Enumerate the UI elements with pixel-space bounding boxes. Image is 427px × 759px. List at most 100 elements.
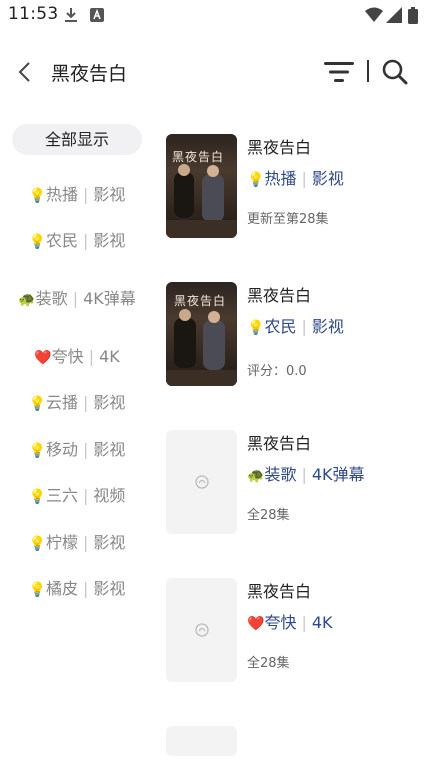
bulb-icon: 💡 <box>28 582 46 599</box>
turtle-icon: 🐢 <box>18 291 36 308</box>
bulb-icon: 💡 <box>28 535 46 552</box>
wifi-icon <box>365 7 383 27</box>
pipe-separator: | <box>83 579 89 599</box>
result-source-tag: 💡热播 | 影视 <box>247 165 417 188</box>
sidebar-item-source[interactable]: 💡移动 | 影视 <box>12 426 142 473</box>
result-source-tag: ❤️夸快 | 4K <box>247 609 417 632</box>
pipe-separator: | <box>72 288 79 308</box>
pipe-separator: | <box>301 169 307 188</box>
result-card[interactable]: 黑夜告白 ❤️夸快 | 4K 全28集 <box>166 578 416 726</box>
poster-placeholder <box>166 578 237 682</box>
filter-icon <box>324 62 354 82</box>
result-source-tag: 🐢装歌 | 4K弹幕 <box>247 461 417 484</box>
result-card[interactable]: 黑夜告白 🐢装歌 | 4K弹幕 全28集 <box>166 430 416 578</box>
sidebar-item-source[interactable]: 💡三六 | 视频 <box>12 473 142 520</box>
bulb-icon: 💡 <box>28 396 46 413</box>
search-button[interactable] <box>378 55 412 89</box>
turtle-icon: 🐢 <box>247 468 265 484</box>
image-placeholder-icon <box>194 475 209 489</box>
pipe-separator: | <box>83 532 89 552</box>
sidebar-source-name: 夸快 <box>51 346 84 366</box>
sidebar-item-source[interactable]: 💡橘皮 | 影视 <box>12 566 142 613</box>
sidebar-source-suffix: 影视 <box>93 184 126 204</box>
sidebar-item-source[interactable]: 💡热播 | 影视 <box>12 171 142 218</box>
sidebar-source-name: 热播 <box>46 184 79 204</box>
sidebar-source-suffix: 4K弹幕 <box>83 288 136 308</box>
heart-icon: ❤️ <box>247 616 265 632</box>
pipe-separator: | <box>83 486 89 506</box>
result-meta: 更新至第28集 <box>247 212 329 227</box>
sidebar-item-source[interactable]: 🐢装歌 | 4K弹幕 <box>12 264 142 333</box>
result-card[interactable]: 黑夜告白 黑夜告白 💡农民 | 影视 评分：0.0 <box>166 282 416 430</box>
sidebar-source-suffix: 影视 <box>93 393 126 413</box>
poster-placeholder <box>166 726 237 756</box>
result-meta: 评分：0.0 <box>247 364 307 379</box>
status-bar: 11:53 <box>0 0 427 30</box>
result-title: 黑夜告白 <box>247 434 312 453</box>
pipe-separator: | <box>83 393 89 413</box>
result-source-suffix: 影视 <box>311 169 344 188</box>
pipe-separator: | <box>88 346 95 366</box>
result-meta: 全28集 <box>247 656 290 671</box>
sidebar-item-all[interactable]: 全部显示 <box>12 124 142 155</box>
sidebar-source-name: 橘皮 <box>46 579 79 599</box>
image-placeholder-icon <box>194 623 209 637</box>
poster-placeholder <box>166 430 237 534</box>
sidebar-item-source[interactable]: 💡农民 | 影视 <box>12 218 142 265</box>
app-notification-icon <box>90 7 104 26</box>
sidebar-source-suffix: 影视 <box>93 439 126 459</box>
poster-image: 黑夜告白 <box>166 282 237 386</box>
sidebar-source-suffix: 影视 <box>93 532 126 552</box>
sidebar-source-name: 移动 <box>46 439 79 459</box>
signal-icon <box>386 7 402 27</box>
pipe-separator: | <box>301 465 307 484</box>
back-arrow-icon <box>18 62 30 82</box>
bulb-icon: 💡 <box>28 187 46 204</box>
sidebar-item-label: 全部显示 <box>44 129 109 149</box>
pipe-separator: | <box>301 317 307 336</box>
page-title: 黑夜告白 <box>51 63 128 85</box>
result-source-name: 热播 <box>264 169 297 188</box>
download-icon <box>64 7 78 27</box>
result-source-suffix: 4K <box>311 613 333 632</box>
sidebar-source-name: 装歌 <box>35 288 68 308</box>
result-source-name: 装歌 <box>264 465 297 484</box>
bulb-icon: 💡 <box>247 320 265 336</box>
result-meta: 全28集 <box>247 508 290 523</box>
result-source-name: 夸快 <box>264 613 297 632</box>
filter-button[interactable] <box>322 57 356 87</box>
poster-image: 黑夜告白 <box>166 134 237 238</box>
sidebar-source-name: 云播 <box>46 393 79 413</box>
bulb-icon: 💡 <box>28 489 46 506</box>
sidebar-item-source[interactable]: 💡云播 | 影视 <box>12 380 142 427</box>
bulb-icon: 💡 <box>28 442 46 459</box>
result-card[interactable]: 黑夜告白 黑夜告白 💡热播 | 影视 更新至第28集 <box>166 134 416 282</box>
result-title: 黑夜告白 <box>247 286 312 305</box>
result-source-suffix: 影视 <box>311 317 344 336</box>
sidebar-source-name: 柠檬 <box>46 532 79 552</box>
sidebar-item-source[interactable]: 💡柠檬 | 影视 <box>12 519 142 566</box>
sidebar-source-name: 三六 <box>46 486 79 506</box>
sidebar-source-suffix: 影视 <box>93 579 126 599</box>
search-results-list: 黑夜告白 黑夜告白 💡热播 | 影视 更新至第28集 黑夜告白 黑夜告白 💡农民… <box>166 134 416 756</box>
bulb-icon: 💡 <box>247 172 265 188</box>
result-card-partial[interactable] <box>166 726 416 756</box>
poster-figures <box>166 164 237 238</box>
pipe-separator: | <box>83 184 89 204</box>
sidebar-source-suffix: 4K <box>99 346 120 366</box>
status-time: 11:53 <box>8 4 59 24</box>
result-title: 黑夜告白 <box>247 582 312 601</box>
top-app-bar: 黑夜告白 <box>0 50 427 94</box>
search-icon <box>382 59 408 85</box>
toolbar-divider <box>367 60 369 82</box>
heart-icon: ❤️ <box>34 349 52 366</box>
pipe-separator: | <box>301 613 307 632</box>
sidebar-source-suffix: 视频 <box>93 486 126 506</box>
back-button[interactable] <box>10 58 38 86</box>
result-title: 黑夜告白 <box>247 138 312 157</box>
pipe-separator: | <box>83 231 89 251</box>
poster-figures <box>166 309 237 386</box>
sidebar-item-source[interactable]: ❤️夸快 | 4K <box>12 333 142 380</box>
battery-icon <box>408 7 418 28</box>
result-source-tag: 💡农民 | 影视 <box>247 313 417 336</box>
